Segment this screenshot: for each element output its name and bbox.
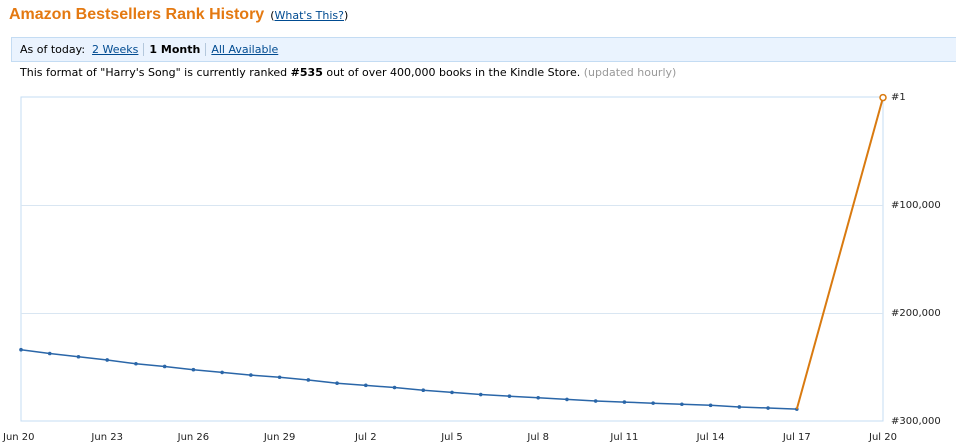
history-data-point — [478, 392, 483, 397]
history-data-point — [565, 397, 569, 402]
x-tick-label: Jun 29 — [263, 432, 296, 443]
history-data-point — [593, 399, 598, 403]
history-data-point — [191, 367, 196, 372]
history-data-point — [47, 351, 52, 356]
history-data-point — [651, 401, 655, 405]
x-tick-label: Jul 2 — [354, 432, 377, 443]
history-data-point — [249, 373, 253, 377]
history-data-point — [708, 403, 713, 408]
current-rank-point — [879, 93, 887, 102]
history-data-point — [507, 394, 512, 398]
history-data-point — [134, 361, 138, 366]
history-data-point — [392, 385, 397, 390]
x-tick-label: Jun 23 — [90, 432, 123, 443]
x-tick-label: Jul 20 — [868, 432, 897, 443]
history-data-point — [680, 402, 684, 407]
rank-history-chart: #1 #100,000 #200,000 #300,000 Jun 20 Jun 23 Ju… — [2, 92, 941, 443]
x-tick-label: Jul 14 — [696, 432, 725, 443]
x-tick-label: Jun 20 — [2, 432, 35, 443]
history-data-point — [364, 383, 368, 388]
history-data-point — [162, 364, 167, 369]
x-tick-label: Jul 5 — [440, 432, 463, 443]
x-tick-label: Jul 8 — [526, 432, 549, 443]
plot-area — [20, 96, 884, 422]
y-tick-label: #100,000 — [891, 200, 941, 211]
x-tick-label: Jun 26 — [177, 432, 210, 443]
history-data-point — [19, 347, 23, 352]
x-tick-label: Jul 17 — [782, 432, 811, 443]
history-data-point — [766, 406, 770, 410]
history-data-point — [105, 358, 109, 362]
history-data-point — [450, 390, 454, 395]
history-data-point — [76, 354, 81, 359]
history-data-point — [421, 388, 426, 393]
history-data-point — [737, 405, 742, 409]
y-tick-label: #300,000 — [891, 416, 941, 427]
history-data-point — [335, 381, 339, 385]
history-data-point — [220, 370, 224, 375]
history-data-point — [306, 378, 311, 382]
history-data-point — [277, 375, 282, 380]
y-tick-label: #200,000 — [891, 308, 941, 319]
x-tick-label: Jul 11 — [609, 432, 638, 443]
y-tick-label: #1 — [891, 92, 906, 103]
history-data-point — [622, 400, 627, 404]
history-data-point — [536, 395, 540, 400]
